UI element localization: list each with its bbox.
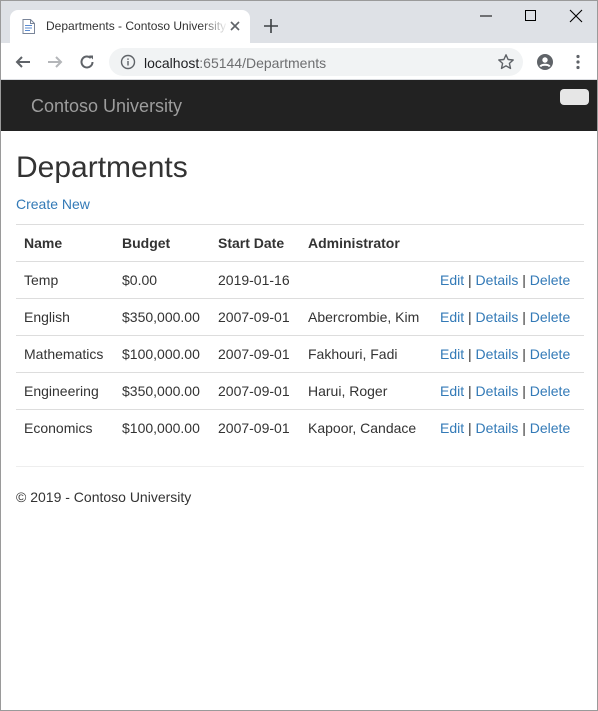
cell-actions: Edit | Details | Delete [432, 261, 584, 299]
cell-actions: Edit | Details | Delete [432, 298, 584, 336]
header-budget: Budget [114, 224, 210, 262]
edit-link[interactable]: Edit [440, 346, 464, 362]
bookmark-star-icon[interactable] [497, 53, 515, 71]
info-icon[interactable] [120, 54, 136, 70]
header-administrator: Administrator [300, 224, 432, 262]
delete-link[interactable]: Delete [530, 420, 570, 436]
separator: | [468, 383, 472, 399]
cell-administrator: Kapoor, Candace [300, 409, 432, 447]
header-actions [432, 224, 584, 262]
account-icon[interactable] [536, 53, 554, 71]
details-link[interactable]: Details [476, 272, 519, 288]
url-host: localhost [144, 55, 200, 71]
header-start-date: Start Date [210, 224, 300, 262]
footer-divider [16, 466, 584, 467]
delete-link[interactable]: Delete [530, 346, 570, 362]
cell-start-date: 2007-09-01 [210, 372, 300, 410]
more-menu-icon[interactable] [569, 53, 587, 71]
table-row: Engineering $350,000.00 2007-09-01 Harui… [16, 372, 584, 410]
cell-actions: Edit | Details | Delete [432, 372, 584, 410]
edit-link[interactable]: Edit [440, 309, 464, 325]
reload-icon[interactable] [78, 53, 96, 71]
separator: | [468, 420, 472, 437]
cell-start-date: 2007-09-01 [210, 409, 300, 447]
cell-budget: $350,000.00 [114, 298, 210, 336]
address-bar[interactable]: localhost:65144/Departments [109, 48, 523, 76]
cell-start-date: 2007-09-01 [210, 298, 300, 336]
cell-budget: $100,000.00 [114, 335, 210, 373]
site-navbar: Contoso University [1, 80, 597, 131]
new-tab-icon[interactable] [263, 18, 279, 34]
separator: | [522, 309, 526, 325]
separator: | [468, 272, 472, 288]
details-link[interactable]: Details [476, 346, 519, 362]
separator: | [468, 309, 472, 325]
table-header-row: Name Budget Start Date Administrator [16, 224, 584, 262]
cell-name: Mathematics [16, 335, 114, 373]
cell-administrator: Abercrombie, Kim [300, 298, 432, 336]
delete-link[interactable]: Delete [530, 309, 570, 325]
departments-table: Name Budget Start Date Administrator Tem… [16, 224, 584, 447]
details-link[interactable]: Details [476, 383, 519, 399]
separator: | [522, 420, 526, 437]
cell-administrator: Harui, Roger [300, 372, 432, 410]
tab-title: Departments - Contoso University [46, 19, 227, 33]
table-row: Mathematics $100,000.00 2007-09-01 Fakho… [16, 335, 584, 373]
details-link[interactable]: Details [476, 309, 519, 325]
navbar-toggle-button[interactable] [560, 89, 589, 105]
tab-strip: Departments - Contoso University [1, 1, 597, 43]
table-row: English $350,000.00 2007-09-01 Abercromb… [16, 298, 584, 336]
cell-name: Temp [16, 261, 114, 299]
page-title: Departments [16, 151, 188, 184]
back-arrow-icon[interactable] [14, 53, 32, 71]
cell-name: Engineering [16, 372, 114, 410]
forward-arrow-icon[interactable] [46, 53, 64, 71]
cell-start-date: 2019-01-16 [210, 261, 300, 299]
brand-link[interactable]: Contoso University [31, 96, 182, 116]
url-text: localhost:65144/Departments [144, 55, 326, 71]
browser-toolbar: localhost:65144/Departments [1, 43, 597, 80]
cell-actions: Edit | Details | Delete [432, 335, 584, 373]
edit-link[interactable]: Edit [440, 272, 464, 288]
close-tab-icon[interactable] [228, 19, 242, 33]
cell-administrator: Fakhouri, Fadi [300, 335, 432, 373]
delete-link[interactable]: Delete [530, 383, 570, 399]
edit-link[interactable]: Edit [440, 383, 464, 399]
table-row: Economics $100,000.00 2007-09-01 Kapoor,… [16, 409, 584, 447]
separator: | [522, 383, 526, 399]
browser-tab[interactable]: Departments - Contoso University [10, 10, 250, 43]
create-new-link[interactable]: Create New [16, 196, 90, 212]
browser-window: Departments - Contoso University localho… [0, 0, 598, 711]
url-path: :65144/Departments [199, 55, 327, 71]
maximize-icon[interactable] [524, 9, 538, 23]
cell-name: Economics [16, 409, 114, 447]
edit-link[interactable]: Edit [440, 420, 464, 436]
footer-text: © 2019 - Contoso University [16, 489, 192, 505]
cell-actions: Edit | Details | Delete [432, 409, 584, 447]
table-row: Temp $0.00 2019-01-16 Edit | Details | D… [16, 261, 584, 299]
separator: | [522, 272, 526, 288]
cell-administrator [300, 261, 432, 299]
cell-start-date: 2007-09-01 [210, 335, 300, 373]
cell-budget: $100,000.00 [114, 409, 210, 447]
delete-link[interactable]: Delete [530, 272, 570, 288]
window-close-icon[interactable] [569, 9, 583, 23]
cell-budget: $350,000.00 [114, 372, 210, 410]
separator: | [468, 346, 472, 362]
separator: | [522, 346, 526, 362]
minimize-icon[interactable] [479, 9, 493, 23]
cell-name: English [16, 298, 114, 336]
page-icon [22, 19, 35, 34]
details-link[interactable]: Details [476, 420, 519, 436]
cell-budget: $0.00 [114, 261, 210, 299]
header-name: Name [16, 224, 114, 262]
